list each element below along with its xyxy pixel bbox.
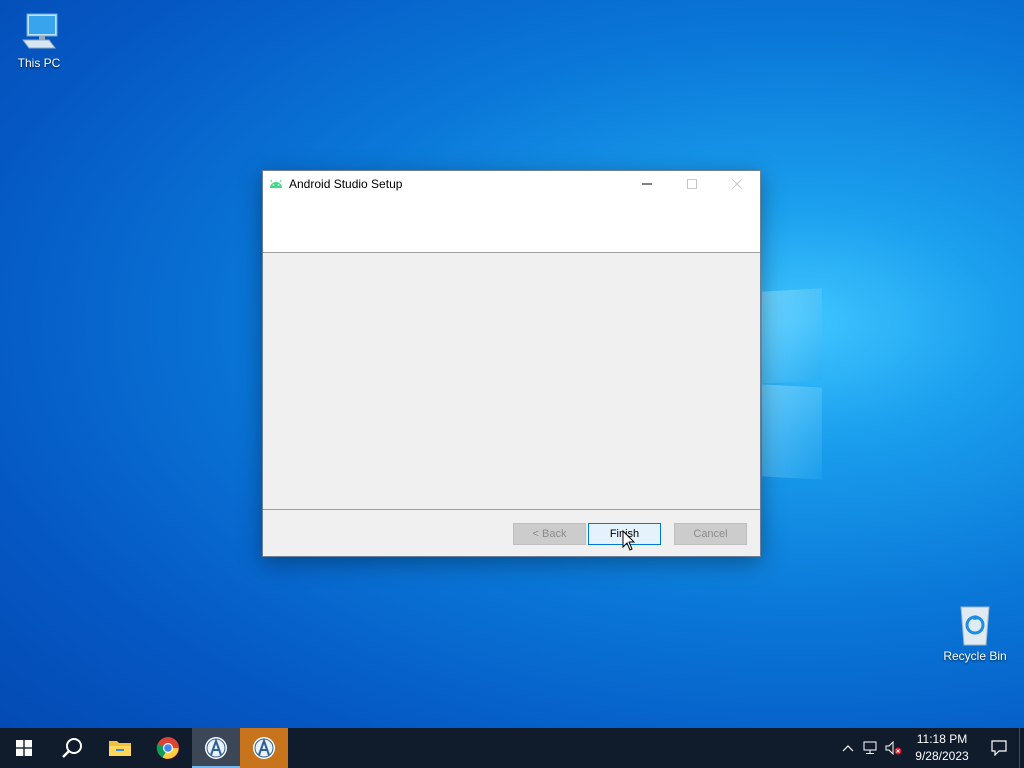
show-desktop-button[interactable] — [1019, 728, 1024, 768]
desktop-icon-label: Recycle Bin — [943, 649, 1007, 663]
android-studio-icon — [205, 737, 227, 759]
maximize-icon — [686, 178, 697, 189]
setup-dialog: Android Studio Setup < Back Finish Cance… — [262, 170, 761, 557]
android-icon — [270, 179, 282, 188]
dialog-content-area — [263, 253, 760, 510]
taskbar-android-studio-setup[interactable] — [192, 728, 240, 768]
search-button[interactable] — [48, 728, 96, 768]
close-button[interactable] — [714, 171, 759, 196]
network-button[interactable] — [859, 728, 883, 768]
clock-time: 11:18 PM — [916, 732, 968, 746]
notification-icon — [991, 740, 1007, 756]
desktop-icon-label: This PC — [17, 56, 61, 70]
taskbar-android-studio[interactable] — [240, 728, 288, 768]
show-hidden-icons-button[interactable] — [837, 728, 859, 768]
maximize-button[interactable] — [669, 171, 714, 196]
desktop-icon-this-pc[interactable]: This PC — [1, 10, 77, 70]
dialog-title: Android Studio Setup — [289, 176, 403, 191]
chrome-icon — [156, 737, 179, 759]
recycle-bin-icon — [960, 606, 990, 646]
dialog-titlebar[interactable]: Android Studio Setup — [263, 171, 760, 196]
taskbar: 11:18 PM 9/28/2023 — [0, 728, 1024, 768]
dialog-header-area — [263, 196, 760, 253]
network-icon — [863, 741, 877, 754]
android-studio-icon — [253, 737, 275, 759]
close-icon — [731, 178, 742, 189]
desktop-icon-recycle-bin[interactable]: Recycle Bin — [937, 603, 1013, 663]
computer-icon — [22, 13, 58, 49]
clock[interactable]: 11:18 PM 9/28/2023 — [905, 728, 979, 768]
system-tray: 11:18 PM 9/28/2023 — [837, 728, 1024, 768]
mouse-cursor-icon — [622, 530, 636, 551]
minimize-icon — [641, 183, 652, 184]
dialog-footer: < Back Finish Cancel — [263, 510, 760, 556]
cancel-button[interactable]: Cancel — [674, 523, 747, 545]
action-center-button[interactable] — [979, 728, 1019, 768]
search-icon — [62, 738, 82, 758]
volume-button[interactable] — [883, 728, 905, 768]
taskbar-chrome[interactable] — [144, 728, 192, 768]
back-button[interactable]: < Back — [513, 523, 586, 545]
taskbar-file-explorer[interactable] — [96, 728, 144, 768]
start-button[interactable] — [0, 728, 48, 768]
chevron-up-icon — [842, 745, 854, 752]
windows-icon — [16, 740, 32, 756]
clock-date: 9/28/2023 — [915, 749, 969, 763]
minimize-button[interactable] — [624, 171, 669, 196]
volume-muted-icon — [885, 741, 902, 755]
folder-icon — [109, 741, 131, 756]
